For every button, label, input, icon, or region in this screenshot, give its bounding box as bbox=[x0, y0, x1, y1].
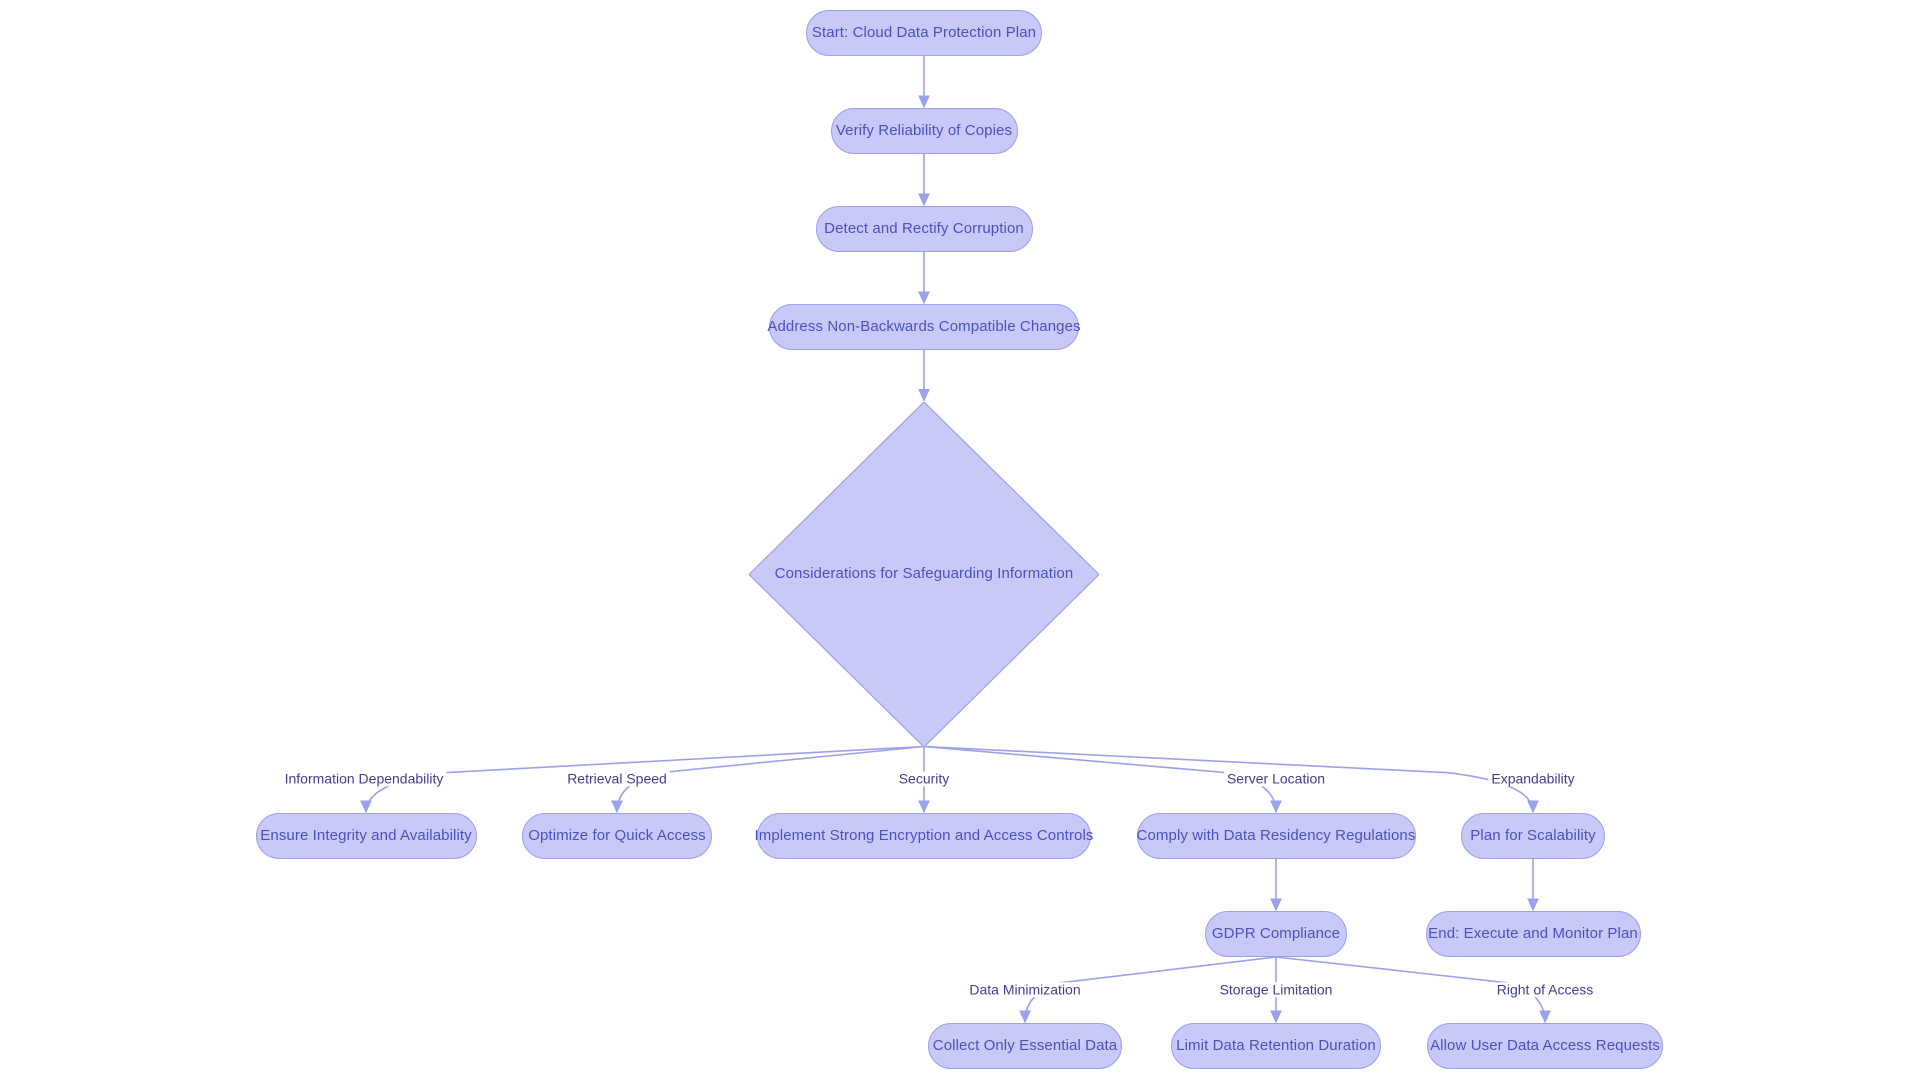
node-label: Allow User Data Access Requests bbox=[1430, 1037, 1660, 1054]
node-access[interactable]: Allow User Data Access Requests bbox=[1427, 1023, 1663, 1069]
node-label: Detect and Rectify Corruption bbox=[824, 220, 1024, 237]
node-layer: Start: Cloud Data Protection Plan Verify … bbox=[0, 0, 1920, 1080]
node-verify[interactable]: Verify Reliability of Copies bbox=[830, 108, 1018, 154]
node-minimization[interactable]: Collect Only Essential Data bbox=[928, 1023, 1122, 1069]
node-retention[interactable]: Limit Data Retention Duration bbox=[1171, 1023, 1381, 1069]
edge-label-expandability: Expandability bbox=[1488, 770, 1578, 787]
edge-label-information-dependability: Information Dependability bbox=[281, 770, 447, 787]
node-label: Comply with Data Residency Regulations bbox=[1136, 827, 1416, 844]
edge-label-security: Security bbox=[895, 770, 953, 787]
node-start[interactable]: Start: Cloud Data Protection Plan bbox=[806, 10, 1042, 56]
node-label: Plan for Scalability bbox=[1470, 827, 1596, 844]
edge-label-retrieval-speed: Retrieval Speed bbox=[564, 770, 670, 787]
node-label: Considerations for Safeguarding Informat… bbox=[774, 565, 1074, 582]
node-label: Optimize for Quick Access bbox=[528, 827, 706, 844]
edge-label-storage-limitation: Storage Limitation bbox=[1216, 981, 1336, 998]
node-label: Verify Reliability of Copies bbox=[835, 122, 1013, 139]
node-encryption[interactable]: Implement Strong Encryption and Access C… bbox=[754, 813, 1093, 859]
edge-label-data-minimization: Data Minimization bbox=[966, 981, 1084, 998]
node-residency[interactable]: Comply with Data Residency Regulations bbox=[1136, 813, 1416, 859]
node-considerations[interactable]: Considerations for Safeguarding Informat… bbox=[749, 401, 1099, 747]
node-label: Limit Data Retention Duration bbox=[1176, 1037, 1376, 1054]
edge-label-right-of-access: Right of Access bbox=[1493, 981, 1597, 998]
flowchart-canvas: Start: Cloud Data Protection Plan Verify … bbox=[0, 0, 1920, 1080]
node-detect[interactable]: Detect and Rectify Corruption bbox=[815, 206, 1033, 252]
node-label: Ensure Integrity and Availability bbox=[260, 827, 472, 844]
node-scalability[interactable]: Plan for Scalability bbox=[1461, 813, 1605, 859]
node-gdpr[interactable]: GDPR Compliance bbox=[1205, 911, 1347, 957]
edge-label-server-location: Server Location bbox=[1223, 770, 1329, 787]
node-label: Address Non-Backwards Compatible Changes bbox=[767, 318, 1081, 335]
node-label: Start: Cloud Data Protection Plan bbox=[811, 24, 1037, 41]
node-label: Collect Only Essential Data bbox=[932, 1037, 1118, 1054]
node-label: End: Execute and Monitor Plan bbox=[1428, 925, 1638, 942]
node-optimize[interactable]: Optimize for Quick Access bbox=[522, 813, 712, 859]
node-end[interactable]: End: Execute and Monitor Plan bbox=[1425, 911, 1641, 957]
node-label: GDPR Compliance bbox=[1211, 925, 1341, 942]
node-label: Implement Strong Encryption and Access C… bbox=[754, 827, 1094, 844]
node-address[interactable]: Address Non-Backwards Compatible Changes bbox=[767, 304, 1081, 350]
node-integrity[interactable]: Ensure Integrity and Availability bbox=[255, 813, 477, 859]
